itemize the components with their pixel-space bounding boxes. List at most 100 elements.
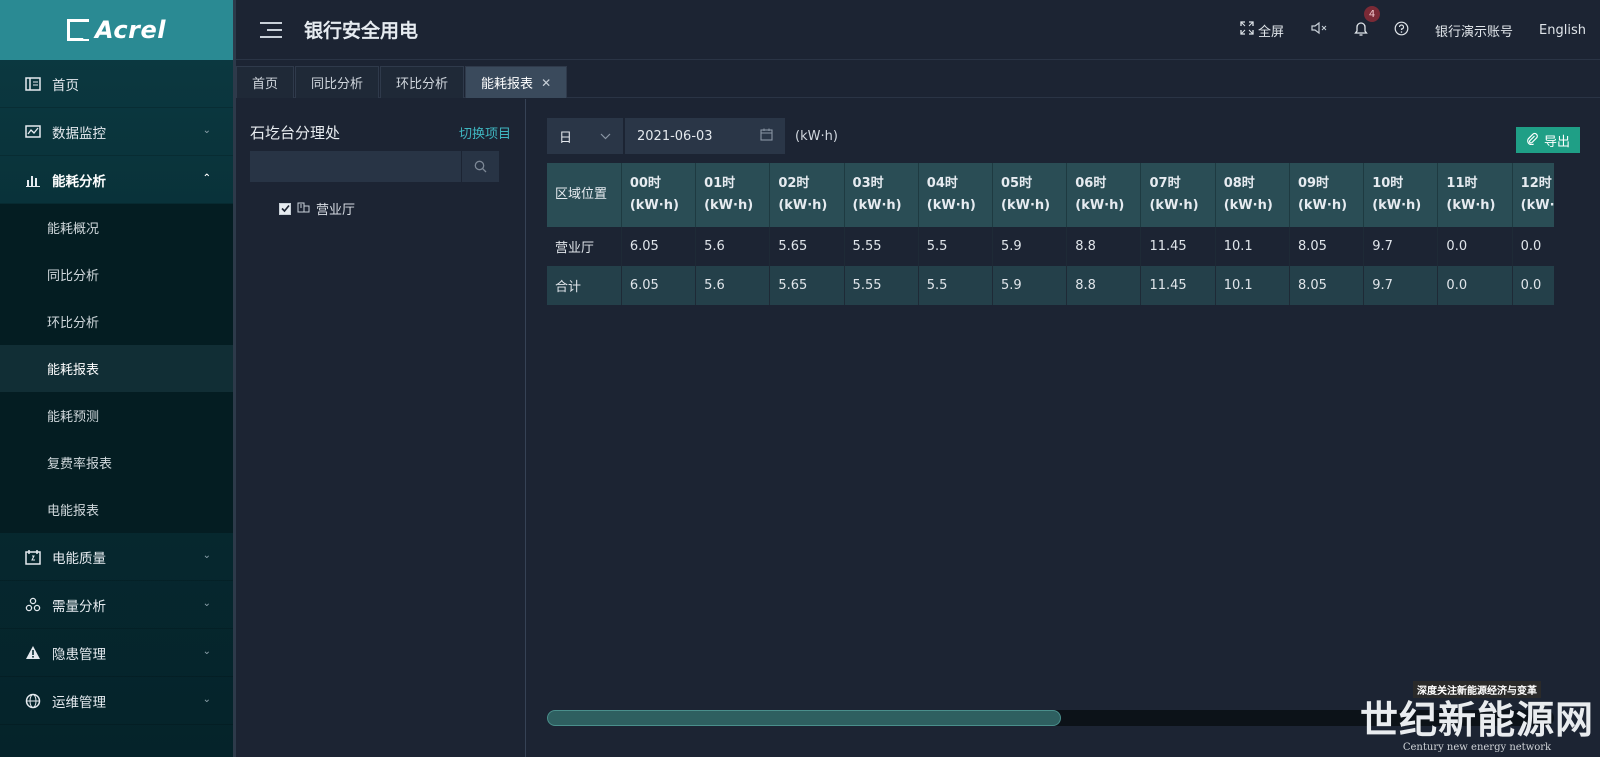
table-cell: 10.1 <box>1215 227 1290 266</box>
tree-node-label: 营业厅 <box>316 203 356 218</box>
column-header-hour: 10时 (kW·h) <box>1363 163 1439 227</box>
building-icon <box>297 200 310 217</box>
period-select[interactable]: 日 <box>547 118 623 154</box>
scrollbar-thumb[interactable] <box>547 710 1061 726</box>
column-header-hour-label: 04时 <box>926 176 958 191</box>
chevron-down-icon <box>600 129 611 144</box>
sidebar-subitem[interactable]: 能耗预测 <box>0 392 233 439</box>
table-cell: 5.9 <box>992 266 1068 305</box>
table-cell: 10.1 <box>1215 266 1290 305</box>
notification-badge: 4 <box>1364 6 1381 22</box>
tab-energy-report[interactable]: 能耗报表 ✕ <box>465 66 568 98</box>
sidebar-item-label: 电能质量 <box>52 550 106 567</box>
report-table-container: 区域位置 00时 (kW·h) 01时 (kW·h) 02时 (kW·h) 03时 (kW·h… <box>547 163 1554 305</box>
table-cell: 8.8 <box>1066 227 1142 266</box>
watermark-tagline: 深度关注新能源经济与变革 <box>1412 681 1541 698</box>
sidebar-item-label: 能耗分析 <box>52 173 106 190</box>
sidebar-item-energy-analysis[interactable]: 能耗分析 ⌃ <box>0 156 233 204</box>
column-header-hour: 08时 (kW·h) <box>1215 163 1290 227</box>
column-header-unit: (kW·h) <box>852 198 902 213</box>
tree-search-input[interactable] <box>250 151 461 182</box>
fullscreen-icon <box>1240 21 1254 39</box>
sidebar-item-label: 数据监控 <box>52 125 106 142</box>
column-header-hour-label: 02时 <box>778 176 810 191</box>
switch-project-link[interactable]: 切换项目 <box>459 123 511 142</box>
column-header-unit: (kW·h) <box>1075 198 1125 213</box>
bar-chart-icon <box>24 171 42 189</box>
sidebar-subitem[interactable]: 能耗概况 <box>0 204 233 251</box>
chevron-down-icon: ⌄ <box>202 125 211 136</box>
sidebar-subitem[interactable]: 复费率报表 <box>0 439 233 486</box>
column-header-unit: (kW·h) <box>704 198 754 213</box>
sidebar-nav-lower: 电能质量 ⌄ 需量分析 ⌄ 隐患管理 ⌄ 运维管理 ⌄ <box>0 533 233 725</box>
row-area-name: 合计 <box>547 266 622 305</box>
tab-yoy-analysis[interactable]: 同比分析 <box>295 66 380 98</box>
tree-node[interactable]: 营业厅 <box>279 199 355 218</box>
tree-panel: 石圪台分理处 切换项目 营业厅 <box>236 99 526 757</box>
tab-mom-analysis[interactable]: 环比分析 <box>380 66 465 98</box>
sidebar-item-power-quality[interactable]: 电能质量 ⌄ <box>0 533 233 581</box>
column-header-hour: 06时 (kW·h) <box>1066 163 1142 227</box>
table-cell: 11.45 <box>1140 266 1216 305</box>
sidebar-subitem-active[interactable]: 能耗报表 <box>0 345 233 392</box>
nodes-icon <box>24 596 42 614</box>
monitor-icon <box>24 123 42 141</box>
sidebar-item-demand-analysis[interactable]: 需量分析 ⌄ <box>0 581 233 629</box>
tree-header: 石圪台分理处 切换项目 <box>250 122 511 143</box>
mute-button[interactable] <box>1310 21 1328 39</box>
sidebar-item-hazard-management[interactable]: 隐患管理 ⌄ <box>0 629 233 677</box>
table-cell: 5.9 <box>992 227 1068 266</box>
checkbox-checked[interactable] <box>279 202 291 215</box>
date-value: 2021-06-03 <box>637 128 713 144</box>
table-cell: 11.45 <box>1140 227 1216 266</box>
row-area-name: 营业厅 <box>547 227 622 266</box>
column-header-hour-label: 10时 <box>1372 176 1404 191</box>
column-header-unit: (kW·h) <box>1446 198 1496 213</box>
close-icon[interactable]: ✕ <box>541 76 551 90</box>
table-cell: 8.8 <box>1066 266 1142 305</box>
column-header-unit: (kW·h) <box>778 198 828 213</box>
project-title: 石圪台分理处 <box>250 124 341 142</box>
date-picker[interactable]: 2021-06-03 <box>625 118 785 154</box>
fullscreen-label: 全屏 <box>1258 24 1285 40</box>
calendar-icon <box>760 128 773 145</box>
column-header-hour-label: 01时 <box>704 176 736 191</box>
column-header-unit: (kW·h) <box>1149 198 1199 213</box>
table-cell: 0.0 <box>1512 266 1554 305</box>
table-cell: 5.5 <box>918 266 994 305</box>
logo[interactable]: Acrel <box>0 0 233 60</box>
language-switch[interactable]: English <box>1539 23 1586 38</box>
column-header-area: 区域位置 <box>547 163 622 227</box>
notifications-button[interactable]: 4 <box>1354 6 1381 40</box>
column-header-hour: 05时 (kW·h) <box>992 163 1068 227</box>
column-header-hour-label: 03时 <box>852 176 884 191</box>
account-menu[interactable]: 银行演示账号 <box>1435 21 1513 40</box>
table-cell: 5.6 <box>695 227 771 266</box>
sidebar-item-home[interactable]: 首页 <box>0 60 233 108</box>
sidebar-subitem[interactable]: 环比分析 <box>0 298 233 345</box>
sidebar-item-data-monitor[interactable]: 数据监控 ⌄ <box>0 108 233 156</box>
fullscreen-button[interactable]: 全屏 <box>1240 21 1284 40</box>
logo-mark-icon <box>67 19 90 41</box>
warning-icon <box>24 644 42 662</box>
table-cell: 0.0 <box>1437 227 1513 266</box>
help-button[interactable] <box>1394 21 1409 40</box>
period-value: 日 <box>559 130 573 146</box>
column-header-hour: 02时 (kW·h) <box>769 163 845 227</box>
table-cell: 9.7 <box>1363 227 1439 266</box>
column-header-hour-label: 07时 <box>1149 176 1181 191</box>
export-button[interactable]: 导出 <box>1515 127 1580 153</box>
search-icon[interactable] <box>461 151 499 182</box>
menu-toggle-button[interactable] <box>260 21 282 38</box>
chevron-down-icon: ⌄ <box>202 550 211 561</box>
column-header-hour: 03时 (kW·h) <box>844 163 919 227</box>
tab-home[interactable]: 首页 <box>236 66 295 98</box>
sidebar-item-operations[interactable]: 运维管理 ⌄ <box>0 677 233 725</box>
table-cell: 5.55 <box>844 227 919 266</box>
report-main: 日 2021-06-03 (kW·h) 导出 区域位置 00时 (kW·h) 01时… <box>527 99 1600 757</box>
sidebar-subitem[interactable]: 同比分析 <box>0 251 233 298</box>
column-header-hour: 09时 (kW·h) <box>1289 163 1365 227</box>
speaker-mute-icon <box>1310 21 1328 39</box>
column-header-hour-label: 09时 <box>1297 176 1330 191</box>
sidebar-subitem[interactable]: 电能报表 <box>0 486 233 533</box>
